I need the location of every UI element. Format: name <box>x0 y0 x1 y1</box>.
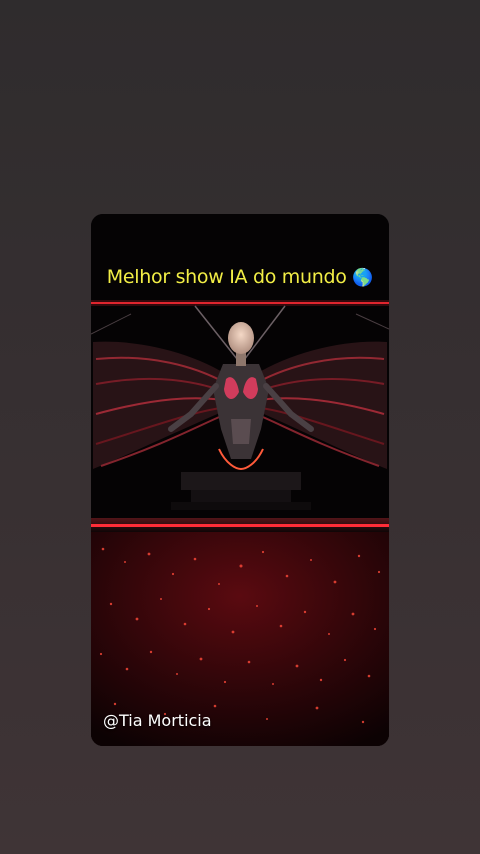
concert-video-frame <box>91 214 389 746</box>
creator-handle[interactable]: @Tia Morticia <box>103 711 212 730</box>
app-screen: { "post": { "caption": "Melhor show IA d… <box>0 0 480 854</box>
video-caption: Melhor show IA do mundo 🌎 <box>91 266 389 288</box>
caption-text: Melhor show IA do mundo <box>106 266 347 288</box>
video-card[interactable]: Melhor show IA do mundo 🌎 @Tia Morticia <box>91 214 389 746</box>
globe-americas-icon: 🌎 <box>352 268 374 288</box>
